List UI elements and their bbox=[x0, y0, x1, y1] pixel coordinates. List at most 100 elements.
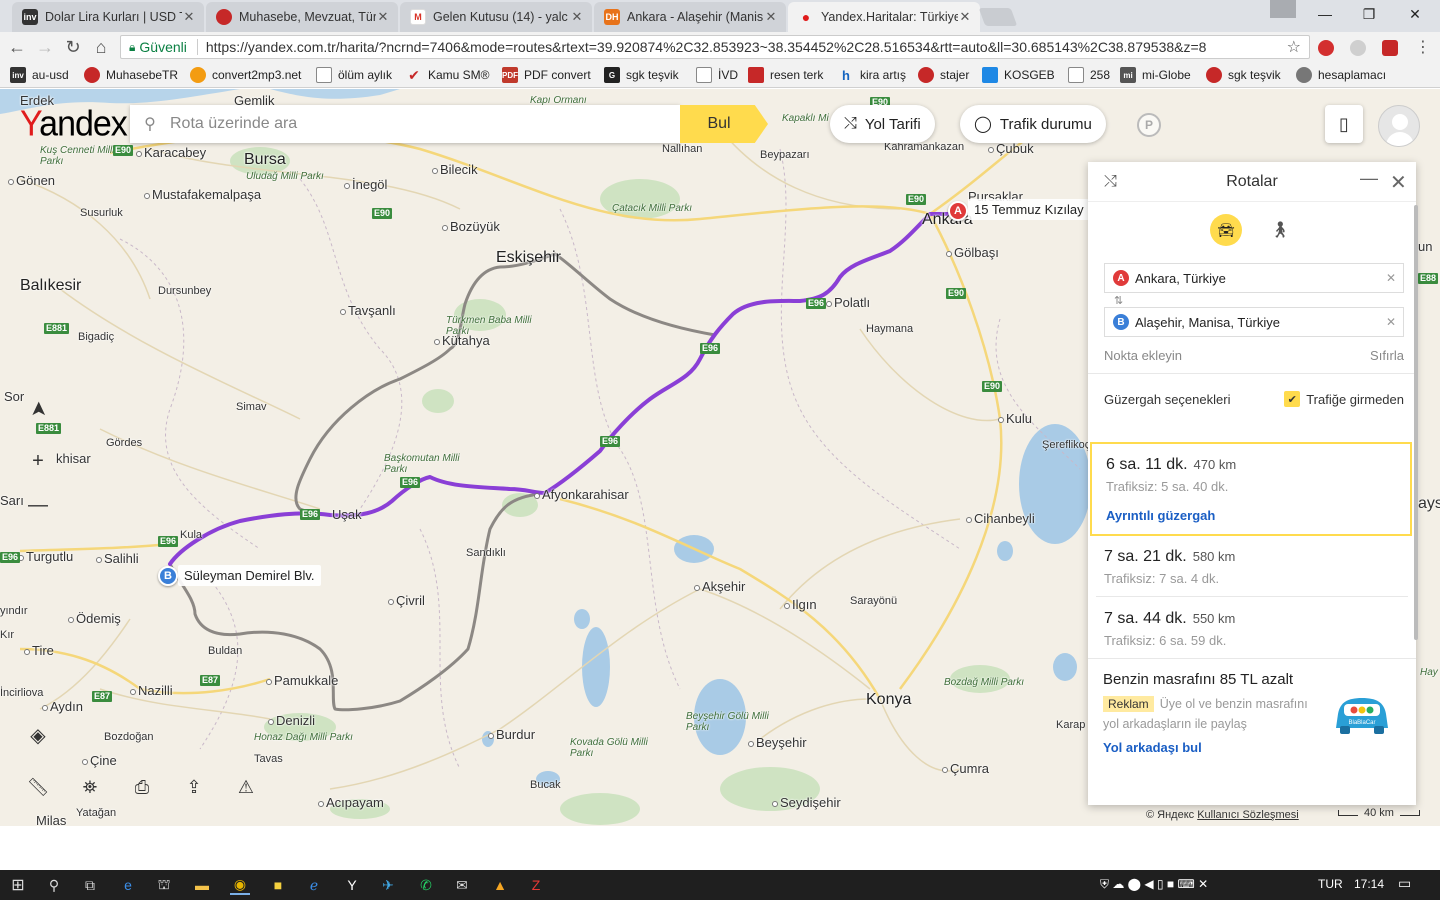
route-option[interactable]: 7 sa. 21 dk. 580 km Trafiksiz: 7 sa. 4 dk… bbox=[1090, 536, 1412, 596]
bookmark-item[interactable]: stajer bbox=[918, 67, 969, 83]
search-icon[interactable]: ⚲ bbox=[44, 875, 64, 895]
bookmark-item[interactable]: MuhasebeTR bbox=[84, 67, 178, 83]
city-label[interactable]: Afyonkarahisar bbox=[534, 487, 629, 502]
close-panel-button[interactable]: ✕ bbox=[1390, 170, 1407, 195]
city-label[interactable]: Buldan bbox=[208, 645, 242, 657]
city-label[interactable]: Mustafakemalpaşa bbox=[144, 187, 261, 202]
windows-start-icon[interactable]: ⊞ bbox=[8, 875, 28, 895]
share-icon[interactable]: ⇪ bbox=[176, 769, 212, 805]
find-button[interactable]: Bul bbox=[680, 105, 768, 143]
city-label[interactable]: Kulu bbox=[998, 411, 1032, 426]
bookmark-item[interactable]: sgk teşvik bbox=[1206, 67, 1281, 83]
city-label[interactable]: Gölbaşı bbox=[946, 245, 999, 260]
map-canvas[interactable]: Erdek Gemlik Bursa Karacabey Gönen Mustafakem… bbox=[0, 89, 1440, 826]
city-label[interactable]: Salihli bbox=[96, 551, 139, 566]
origin-value[interactable]: Ankara, Türkiye bbox=[1135, 271, 1379, 286]
close-window-button[interactable]: ✕ bbox=[1392, 0, 1438, 28]
city-label[interactable]: Yatağan bbox=[76, 807, 116, 819]
bookmark-item[interactable]: 258 bbox=[1068, 67, 1110, 83]
city-label[interactable]: Turgutlu bbox=[18, 549, 73, 564]
user-avatar[interactable] bbox=[1378, 105, 1420, 147]
minimize-panel-button[interactable]: — bbox=[1360, 168, 1378, 189]
store-icon[interactable]: ⛫ bbox=[154, 875, 174, 895]
tab-close-icon[interactable]: ✕ bbox=[764, 9, 778, 25]
bookmark-item[interactable]: ✔ Kamu SM® bbox=[406, 67, 489, 83]
city-label[interactable]: Burdur bbox=[488, 727, 535, 742]
city-label[interactable]: Denizli bbox=[268, 713, 315, 728]
ad-cta-link[interactable]: Yol arkadaşı bul bbox=[1103, 740, 1403, 755]
city-label[interactable]: Acıpayam bbox=[318, 795, 384, 810]
city-label[interactable]: Kula bbox=[180, 529, 202, 541]
city-label[interactable]: Bigadiç bbox=[78, 331, 114, 343]
city-label[interactable]: Çine bbox=[82, 753, 117, 768]
browser-tab[interactable]: Muhasebe, Mevzuat, Tür ✕ bbox=[206, 2, 398, 32]
bookmark-item[interactable]: PDF PDF convert bbox=[502, 67, 591, 83]
clear-destination-icon[interactable]: ✕ bbox=[1379, 315, 1403, 329]
app-z-icon[interactable]: Z bbox=[526, 875, 546, 895]
whatsapp-icon[interactable]: ✆ bbox=[416, 875, 436, 895]
sticky-notes-icon[interactable]: ■ bbox=[268, 875, 288, 895]
menu-icon[interactable]: ⋮ bbox=[1412, 36, 1434, 58]
terms-link[interactable]: Kullanıcı Sözleşmesi bbox=[1197, 809, 1299, 821]
route-option-selected[interactable]: 6 sa. 11 dk. 470 km Trafiksiz: 5 sa. 40 d… bbox=[1090, 442, 1412, 536]
destination-field[interactable]: B Alaşehir, Manisa, Türkiye ✕ bbox=[1104, 307, 1404, 337]
detailed-route-link[interactable]: Ayrıntılı güzergah bbox=[1106, 508, 1396, 523]
maximize-button[interactable]: ❐ bbox=[1346, 0, 1392, 28]
city-label[interactable]: Bozüyük bbox=[442, 219, 500, 234]
bookmark-item[interactable]: Gsgk teşvik bbox=[604, 67, 679, 83]
edge-browser-icon[interactable]: e bbox=[118, 875, 138, 895]
city-label[interactable]: Şereflikoç bbox=[1042, 439, 1090, 451]
city-label[interactable]: Ilgın bbox=[784, 597, 817, 612]
ruler-icon[interactable]: 📏︎ bbox=[20, 769, 56, 805]
city-label[interactable]: Susurluk bbox=[80, 207, 123, 219]
city-label[interactable]: İnegöl bbox=[344, 177, 387, 192]
swap-icon[interactable]: ⇅ bbox=[1114, 294, 1123, 307]
bookmark-item[interactable]: hesaplamacı bbox=[1296, 67, 1386, 83]
bookmark-star-icon[interactable]: ☆ bbox=[1279, 37, 1309, 57]
tab-close-icon[interactable]: ✕ bbox=[376, 9, 390, 25]
city-label[interactable]: Nallıhan bbox=[662, 143, 702, 155]
parking-icon[interactable]: P bbox=[1137, 113, 1161, 137]
back-button[interactable]: ← bbox=[6, 36, 28, 58]
city-label[interactable]: Bozdoğan bbox=[104, 731, 154, 743]
browser-tab[interactable]: inv Dolar Lira Kurları | USD T ✕ bbox=[12, 2, 204, 32]
reset-link[interactable]: Sıfırla bbox=[1370, 348, 1404, 363]
tab-close-icon[interactable]: ✕ bbox=[182, 9, 196, 25]
city-label[interactable]: Bursa bbox=[244, 151, 286, 169]
extension-icon[interactable] bbox=[1382, 40, 1398, 56]
city-label[interactable]: Gördes bbox=[106, 437, 142, 449]
walk-mode-icon[interactable]: 🚶︎ bbox=[1270, 220, 1290, 240]
tray-icons[interactable]: ⛨ ☁ ⬤ ◀ ▯ ■ ⌨ ✕ bbox=[1100, 877, 1208, 892]
warning-icon[interactable]: ⚠ bbox=[228, 769, 264, 805]
city-label[interactable]: Pamukkale bbox=[266, 673, 338, 688]
tab-close-icon[interactable]: ✕ bbox=[958, 9, 972, 25]
extension-icon[interactable] bbox=[1318, 40, 1334, 56]
city-label[interactable]: Ödemiş bbox=[68, 611, 121, 626]
city-label[interactable]: Sandıklı bbox=[466, 547, 506, 559]
city-label[interactable]: Tavşanlı bbox=[340, 303, 396, 318]
bookmark-item[interactable]: mi mi-Globe bbox=[1120, 67, 1191, 83]
bookmark-item[interactable]: KOSGEB bbox=[982, 67, 1055, 83]
browser-tab-active[interactable]: ● Yandex.Haritalar: Türkiye ✕ bbox=[788, 2, 980, 32]
route-search-input[interactable] bbox=[170, 115, 660, 133]
city-label[interactable]: Dursunbey bbox=[158, 285, 211, 297]
city-label[interactable]: Milas bbox=[36, 813, 66, 826]
locate-me-icon[interactable]: ➤ bbox=[20, 391, 56, 427]
city-label[interactable]: Polatlı bbox=[826, 295, 870, 310]
bookmark-item[interactable]: İVD bbox=[696, 67, 738, 83]
panorama-icon[interactable]: ⛯ bbox=[72, 769, 108, 805]
clear-origin-icon[interactable]: ✕ bbox=[1379, 271, 1403, 285]
notifications-icon[interactable]: ▭ bbox=[1398, 875, 1411, 892]
zoom-out-button[interactable]: — bbox=[20, 487, 56, 523]
task-view-icon[interactable]: ⧉ bbox=[80, 875, 100, 895]
city-label[interactable]: Seydişehir bbox=[772, 795, 841, 810]
city-label[interactable]: Beyşehir bbox=[748, 735, 807, 750]
city-label[interactable]: Karap bbox=[1056, 719, 1085, 731]
print-icon[interactable]: ⎙ bbox=[124, 769, 160, 805]
city-label[interactable]: Çubuk bbox=[988, 141, 1034, 156]
city-label[interactable]: Konya bbox=[866, 691, 911, 709]
bookmark-item[interactable]: ölüm aylık bbox=[316, 67, 392, 83]
yandex-logo[interactable]: Yandex bbox=[20, 104, 128, 145]
route-start-pin[interactable]: A bbox=[948, 201, 968, 221]
layers-icon[interactable]: ◈ bbox=[20, 717, 56, 753]
